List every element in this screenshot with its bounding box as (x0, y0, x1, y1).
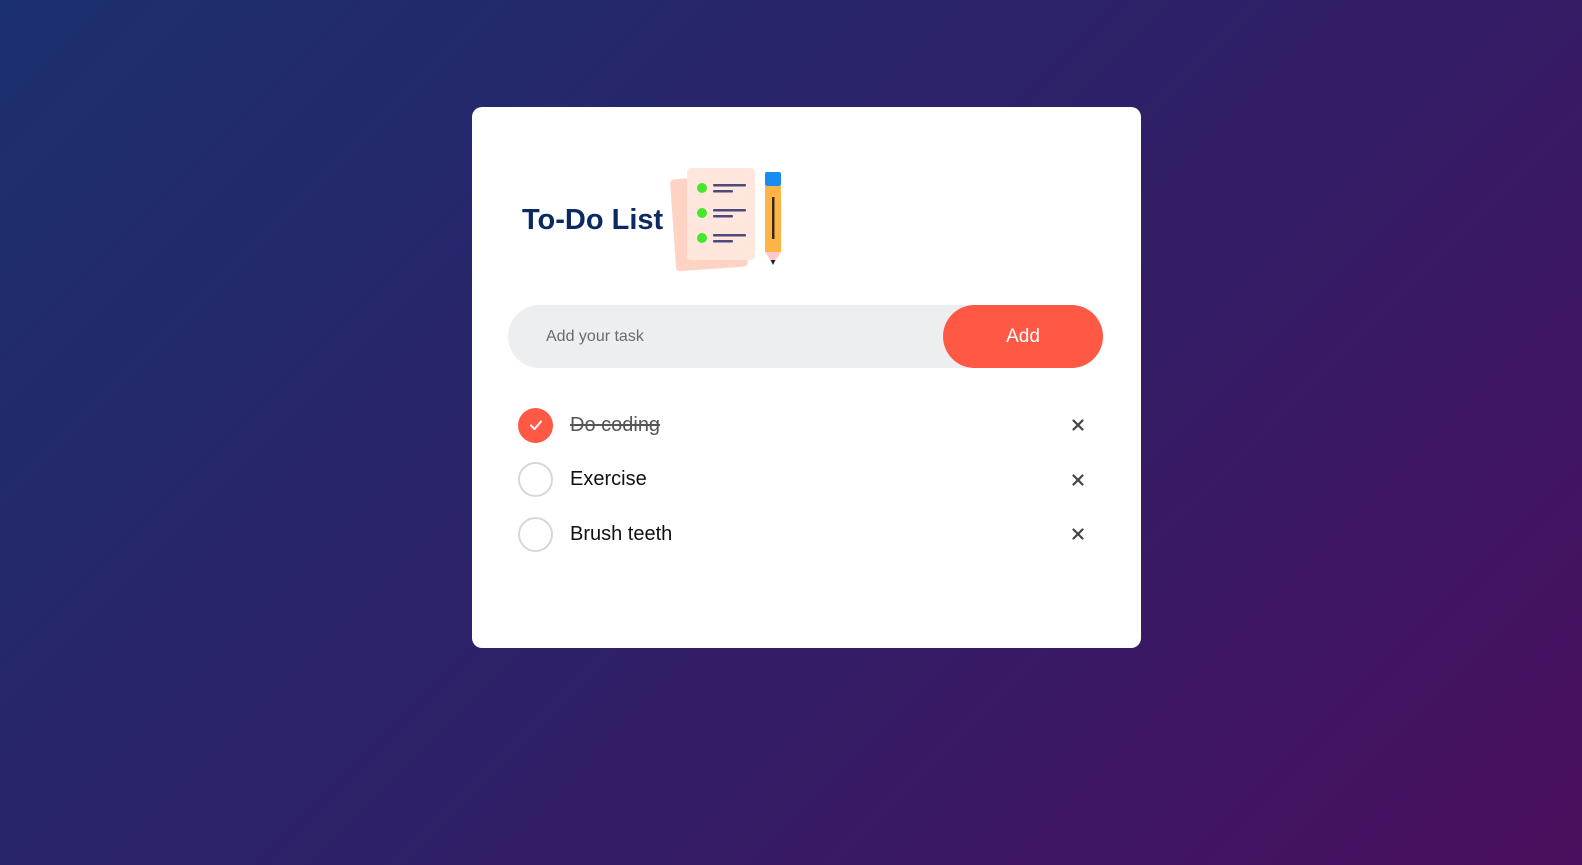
task-text: Do coding (570, 413, 661, 436)
task-item[interactable]: Do coding (518, 398, 1098, 453)
task-checkbox[interactable] (518, 407, 553, 443)
task-item[interactable]: Brush teeth (518, 507, 1098, 562)
check-icon (529, 420, 542, 431)
delete-task-button[interactable] (1058, 405, 1098, 445)
close-icon (1072, 419, 1084, 431)
todo-card: To-Do List Add your task Add Do coding E… (472, 107, 1141, 648)
close-icon (1072, 474, 1084, 486)
app-title: To-Do List (522, 203, 664, 236)
task-list: Do coding Exercise Brush teeth (518, 398, 1098, 562)
delete-task-button[interactable] (1058, 460, 1098, 500)
header: To-Do List (522, 165, 785, 275)
close-icon (1072, 528, 1084, 540)
task-checkbox[interactable] (518, 516, 553, 552)
task-item[interactable]: Exercise (518, 453, 1098, 508)
task-text: Exercise (570, 468, 647, 491)
checklist-with-pencil-icon (670, 168, 782, 272)
task-checkbox[interactable] (518, 462, 553, 498)
delete-task-button[interactable] (1058, 514, 1098, 554)
task-text: Brush teeth (570, 522, 673, 545)
task-input[interactable] (508, 305, 938, 368)
add-button[interactable]: Add (943, 305, 1103, 368)
task-input-row: Add (508, 305, 1103, 368)
